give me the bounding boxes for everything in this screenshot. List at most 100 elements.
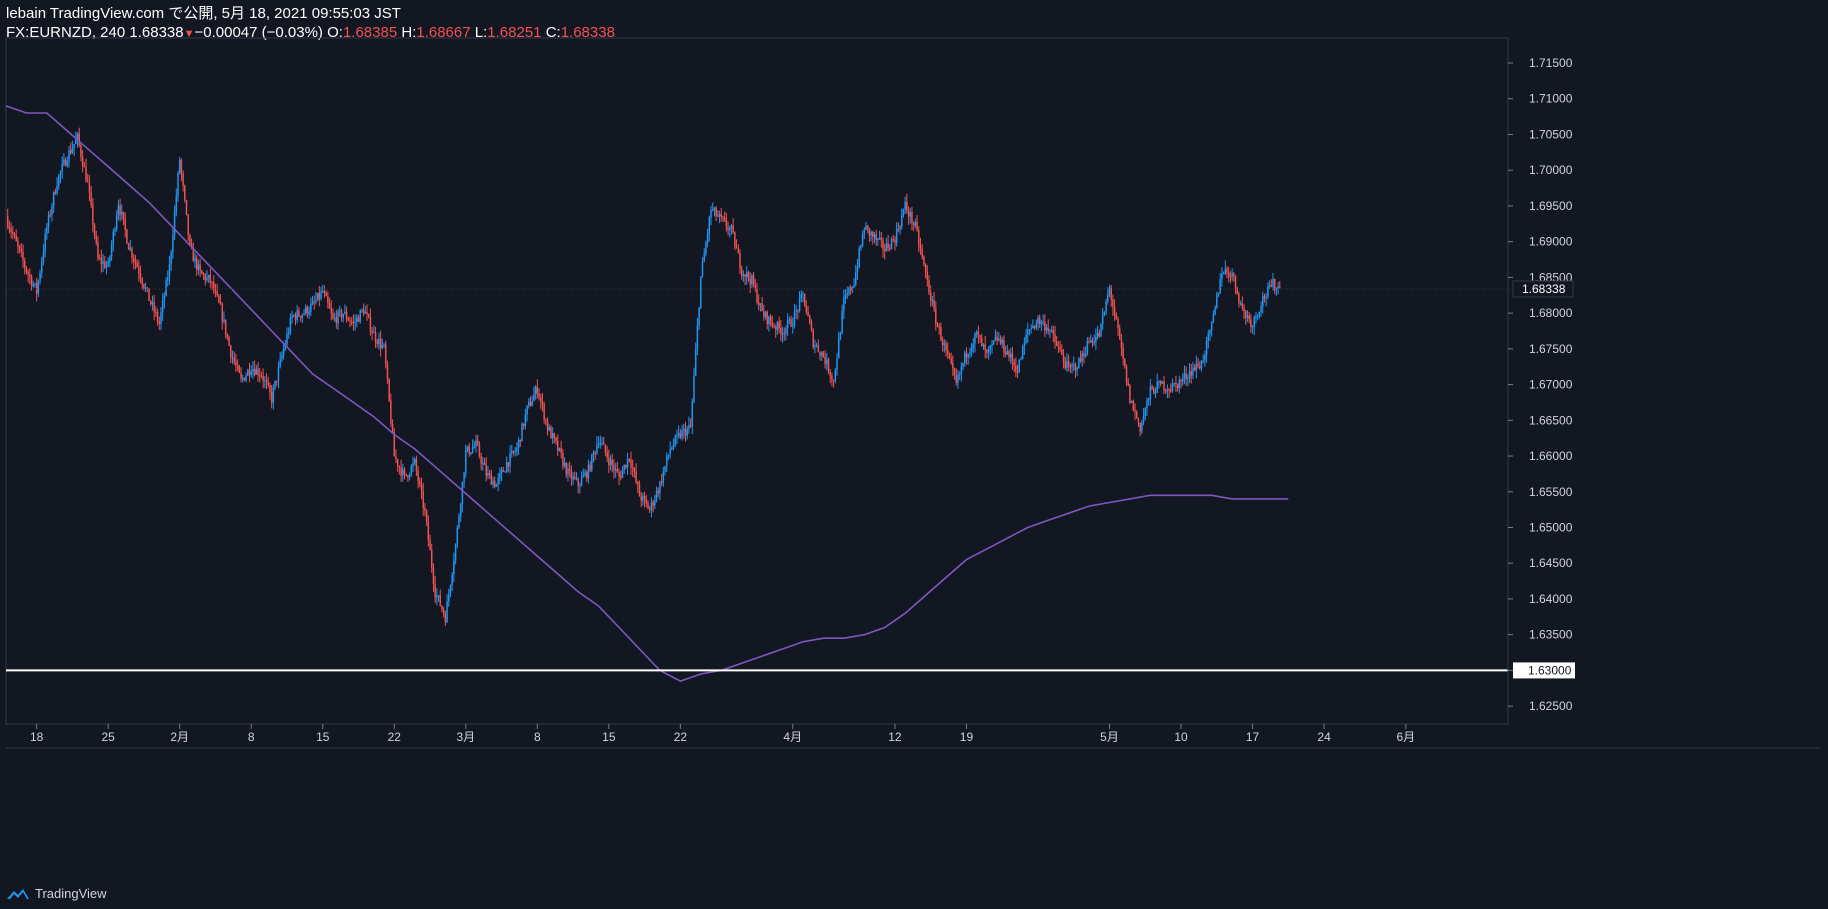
candle-body (914, 221, 917, 226)
candle (1038, 314, 1041, 328)
candle-body (241, 378, 244, 380)
candle-body (722, 216, 724, 218)
candle-body (546, 420, 549, 431)
candle-body (623, 464, 625, 471)
candle-body (1066, 361, 1068, 368)
candle (522, 423, 525, 430)
candle-body (514, 451, 516, 453)
candle (1001, 336, 1003, 349)
candle (1243, 304, 1245, 320)
candle-body (819, 351, 821, 356)
candle (184, 184, 186, 203)
candle (982, 343, 985, 350)
candle-body (18, 245, 21, 249)
candle (700, 276, 702, 310)
candle (136, 259, 138, 268)
price-axis[interactable]: 1.715001.710001.705001.700001.695001.690… (1507, 38, 1575, 724)
candle-body (369, 316, 372, 332)
candle-body (148, 288, 150, 301)
candle-body (792, 325, 794, 327)
candle (977, 325, 980, 344)
candle (131, 246, 133, 264)
candle (1224, 260, 1227, 275)
candle (482, 456, 484, 471)
candle-body (442, 609, 445, 615)
candle-body (1112, 299, 1114, 308)
candle-body (1008, 351, 1010, 358)
candle (650, 497, 653, 518)
candle (820, 351, 823, 361)
candle-body (519, 439, 522, 442)
candle (1195, 355, 1198, 379)
candle-body (52, 192, 55, 207)
candle-body (512, 450, 515, 453)
candle (46, 222, 48, 240)
candle (531, 395, 533, 407)
candle (27, 269, 29, 283)
candle (47, 211, 50, 234)
candle (660, 473, 663, 487)
candle (214, 283, 217, 298)
candle-body (1013, 362, 1015, 366)
price-tick-label: 1.66500 (1529, 413, 1573, 427)
price-chart[interactable]: 1.715001.710001.705001.700001.695001.690… (0, 0, 1828, 909)
candle (1061, 344, 1063, 356)
candle-body (729, 228, 731, 230)
candle-body (839, 333, 842, 339)
candle (761, 297, 763, 312)
candle (822, 350, 825, 358)
candle (373, 325, 375, 334)
candle-body (378, 338, 380, 345)
candle-body (837, 338, 840, 359)
candle-body (580, 477, 583, 486)
price-tick-label: 1.65000 (1529, 520, 1573, 534)
candle (693, 367, 695, 404)
candle-body (533, 394, 535, 402)
candle-body (984, 344, 986, 350)
candle (15, 229, 17, 242)
candle (710, 205, 712, 226)
candle-body (415, 459, 418, 471)
candle-body (156, 312, 159, 322)
time-tick-label: 12 (888, 730, 902, 744)
candle (986, 348, 988, 359)
time-axis[interactable]: 18 25 2月 8 15 22 3月 8 15 22 4月 12 19 5月 10 17 24 6月 (6, 724, 1820, 749)
candle-body (471, 447, 474, 453)
candle (161, 293, 164, 321)
candle-body (487, 472, 489, 476)
candle-body (308, 311, 310, 314)
candle (786, 313, 789, 336)
candle (1033, 325, 1036, 331)
footer-brand[interactable]: TradingView (35, 886, 107, 901)
candle-body (211, 282, 213, 284)
candle (679, 428, 682, 440)
time-tick-label: 8 (534, 730, 541, 744)
candle-body (860, 245, 862, 249)
candle-body (393, 432, 396, 457)
candle-body (29, 274, 31, 277)
candle-body (1193, 367, 1196, 371)
candle-body (849, 287, 852, 291)
candle-body (473, 446, 476, 448)
candle-body (1040, 322, 1043, 325)
candle-body (1260, 306, 1262, 312)
candle-body (841, 310, 843, 334)
candle (691, 398, 694, 435)
candle (669, 441, 671, 459)
candle-body (897, 229, 900, 231)
candle-body (657, 490, 659, 494)
candle (754, 278, 757, 292)
candle (918, 226, 920, 253)
candle-body (8, 226, 11, 229)
candle-body (199, 264, 201, 271)
candle (790, 315, 792, 328)
candle (364, 305, 367, 314)
last-price-tag: 1.68338 (1512, 280, 1574, 298)
candle (1255, 312, 1257, 324)
candle (955, 368, 957, 386)
candle (41, 256, 43, 278)
candle-body (1035, 323, 1038, 328)
candle-body (439, 595, 442, 606)
candle-body (1158, 381, 1160, 383)
candle (1163, 375, 1165, 395)
